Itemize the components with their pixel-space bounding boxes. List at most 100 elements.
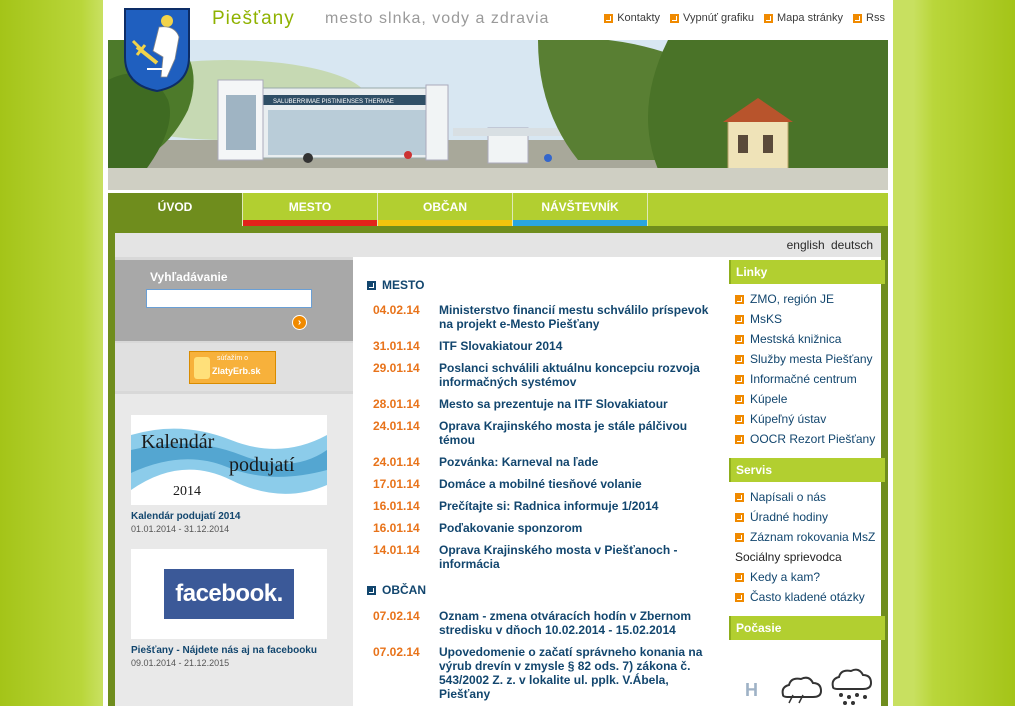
arrow-icon [735,572,744,582]
promo-dates: 01.01.2014 - 31.12.2014 [131,524,230,534]
promo-title[interactable]: Kalendár podujatí 2014 [131,511,331,522]
news-item[interactable]: 17.01.14 Domáce a mobilné tiesňové volani… [373,477,723,491]
news-date: 16.01.14 [373,499,420,513]
link-uradne-hodiny[interactable]: Úradné hodiny [735,510,828,524]
lang-english-link[interactable]: english [787,238,825,252]
top-links: Kontakty Vypnúť grafiku Mapa stránky Rss [604,12,885,24]
news-title[interactable]: Oprava Krajinského mosta je stále pálčiv… [439,419,723,447]
sitemap-link[interactable]: Mapa stránky [764,12,843,24]
news-date: 04.02.14 [373,303,420,317]
news-title[interactable]: Ministerstvo financií mestu schválilo pr… [439,303,723,331]
link-kupele[interactable]: Kúpele [735,392,787,406]
link-label: OOCR Rezort Piešťany [750,432,876,446]
tab-obcan[interactable]: OBČAN [378,193,513,226]
link-label: Mestská knižnica [750,332,842,346]
news-column: MESTO 04.02.14 Ministerstvo financií mest… [353,257,729,706]
site-tagline: mesto slnka, vody a zdravia [325,10,550,27]
news-item[interactable]: 07.02.14 Upovedomenie o začatí správneho … [373,645,723,701]
promo-dates: 09.01.2014 - 21.12.2015 [131,658,230,668]
news-date: 29.01.14 [373,361,420,375]
search-box: Vyhľadávanie › [115,260,353,341]
section-title: MESTO [382,278,425,292]
link-label: Úradné hodiny [750,510,829,524]
news-item[interactable]: 31.01.14 ITF Slovakiatour 2014 [373,339,723,353]
search-submit-button[interactable]: › [292,315,307,330]
section-arrow-icon [367,280,376,290]
link-label: MsKS [750,312,783,326]
link-zmo[interactable]: ZMO, región JE [735,292,834,306]
left-column: Vyhľadávanie › súťažím o ZlatyErb.sk Kal… [115,257,353,706]
link-zaznam-msz[interactable]: Záznam rokovania MsZ [735,530,875,544]
tab-uvod[interactable]: ÚVOD [108,193,243,226]
link-kniznica[interactable]: Mestská knižnica [735,332,841,346]
news-title[interactable]: Poďakovanie sponzorom [439,521,582,535]
contacts-link[interactable]: Kontakty [604,12,660,24]
facebook-promo-image[interactable]: facebook. [131,549,327,639]
tab-navstevnik[interactable]: NÁVŠTEVNÍK [513,193,648,226]
news-date: 14.01.14 [373,543,420,557]
news-item[interactable]: 16.01.14 Poďakovanie sponzorom [373,521,723,535]
link-info-centrum[interactable]: Informačné centrum [735,372,857,386]
search-input[interactable] [146,289,312,308]
weather-art: H [745,668,873,705]
news-date: 07.02.14 [373,609,420,623]
link-kupelny-ustav[interactable]: Kúpeľný ústav [735,412,826,426]
news-item[interactable]: 07.02.14 Oznam - zmena otváracích hodín v… [373,609,723,637]
link-kedy-a-kam[interactable]: Kedy a kam? [735,570,820,584]
news-item[interactable]: 29.01.14 Poslanci schválili aktuálnu konc… [373,361,723,389]
news-item[interactable]: 24.01.14 Oprava Krajinského mosta je stál… [373,419,723,447]
calendar-line1: Kalendár [141,431,215,453]
news-item[interactable]: 24.01.14 Pozvánka: Karneval na ľade [373,455,723,469]
link-label: Sociálny sprievodca [735,550,842,564]
link-label: Informačné centrum [750,372,857,386]
link-faq[interactable]: Často kladené otázky [735,590,865,604]
link-sluzby[interactable]: Služby mesta Piešťany [735,352,873,366]
calendar-promo-image[interactable]: Kalendár podujatí 2014 [131,415,327,505]
promo-title[interactable]: Piešťany - Nájdete nás aj na facebooku [131,645,331,656]
link-msks[interactable]: MsKS [735,312,782,326]
arrow-icon [735,434,744,444]
content-frame: english deutsch Vyhľadávanie › súťažím o… [108,226,888,706]
rss-link[interactable]: Rss [853,12,885,24]
news-title[interactable]: Mesto sa prezentuje na ITF Slovakiatour [439,397,668,411]
zlaty-erb-banner[interactable]: súťažím o ZlatyErb.sk [189,351,276,384]
link-label: Služby mesta Piešťany [750,352,873,366]
news-title[interactable]: ITF Slovakiatour 2014 [439,339,562,353]
tab-label: ÚVOD [157,200,193,214]
news-item[interactable]: 16.01.14 Prečítajte si: Radnica informuje… [373,499,723,513]
tab-mesto[interactable]: MESTO [243,193,378,226]
rain-cloud-icon [831,668,873,705]
news-title[interactable]: Oprava Krajinského mosta v Piešťanoch - … [439,543,723,571]
pocasie-header: Počasie [729,616,885,640]
city-crest-logo[interactable] [123,7,191,92]
content-inner: english deutsch Vyhľadávanie › súťažím o… [115,233,885,706]
news-title[interactable]: Poslanci schválili aktuálnu koncepciu ro… [439,361,723,389]
news-title[interactable]: Domáce a mobilné tiesňové volanie [439,477,642,491]
arrow-icon [735,354,744,364]
news-item[interactable]: 04.02.14 Ministerstvo financií mestu schv… [373,303,723,331]
tab-label: NÁVŠTEVNÍK [541,200,619,214]
news-title[interactable]: Prečítajte si: Radnica informuje 1/2014 [439,499,658,513]
section-obcan[interactable]: OBČAN [367,583,426,597]
news-title[interactable]: Oznam - zmena otváracích hodín v Zbernom… [439,609,723,637]
arrow-icon [670,13,680,23]
disable-graphics-link[interactable]: Vypnúť grafiku [670,12,754,24]
site-name[interactable]: Piešťany [212,8,295,30]
calendar-art: Kalendár podujatí 2014 [131,415,327,505]
section-mesto[interactable]: MESTO [367,278,424,292]
sitemap-label: Mapa stránky [777,12,844,24]
arrow-icon [735,314,744,324]
news-title[interactable]: Pozvánka: Karneval na ľade [439,455,598,469]
arrow-icon [764,13,774,23]
link-oocr[interactable]: OOCR Rezort Piešťany [735,432,875,446]
arrow-icon [735,512,744,522]
arrow-right-icon: › [297,317,302,328]
lang-deutsch-link[interactable]: deutsch [831,238,873,252]
link-socialny-sprievodca[interactable]: Sociálny sprievodca [735,550,842,564]
header-banner-photo: SALUBERRIMAE PISTINIENSES THERMAE [108,40,888,190]
news-item[interactable]: 14.01.14 Oprava Krajinského mosta v Piešť… [373,543,723,571]
link-napisali[interactable]: Napísali o nás [735,490,826,504]
arrow-icon [735,492,744,502]
news-item[interactable]: 28.01.14 Mesto sa prezentuje na ITF Slova… [373,397,723,411]
news-title[interactable]: Upovedomenie o začatí správneho konania … [439,645,723,701]
